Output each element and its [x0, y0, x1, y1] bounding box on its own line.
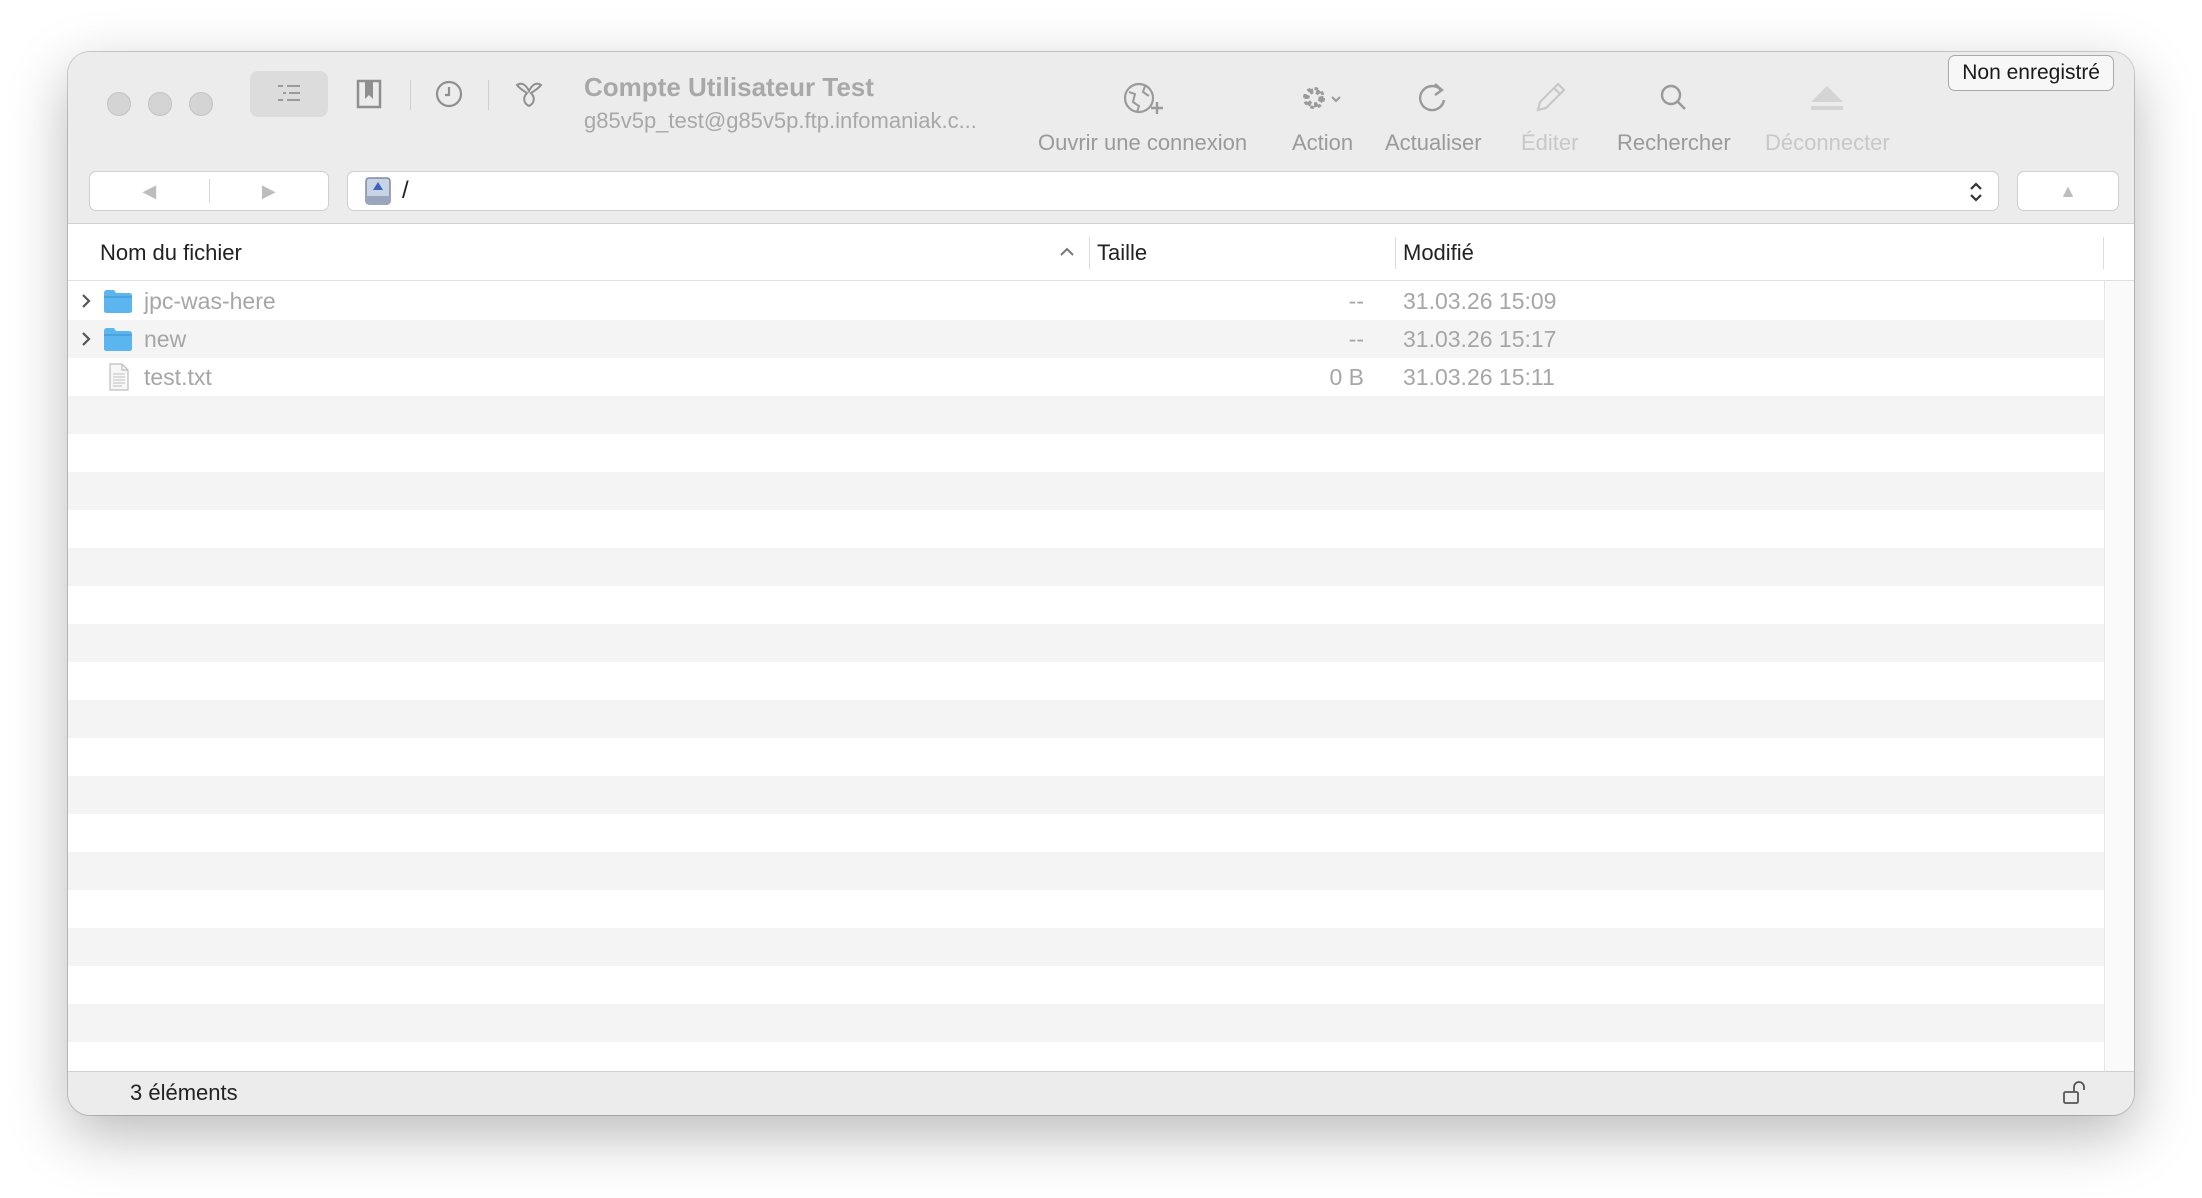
disconnect-label: Déconnecter: [1765, 130, 1890, 155]
empty-row: [68, 776, 2104, 814]
empty-row: [68, 624, 2104, 662]
column-divider[interactable]: [1395, 237, 1396, 269]
column-header-name[interactable]: Nom du fichier: [100, 225, 242, 281]
column-header-modified[interactable]: Modifié: [1403, 225, 1474, 281]
eject-icon: [1811, 86, 1844, 110]
outline-view-button[interactable]: [250, 71, 328, 117]
empty-row: [68, 662, 2104, 700]
search-label: Rechercher: [1617, 130, 1731, 155]
file-modified: 31.03.26 15:09: [1403, 287, 1557, 314]
file-list-header: Nom du fichier Taille Modifié: [68, 225, 2134, 281]
action-menu-button[interactable]: Action: [1292, 72, 1353, 156]
file-name: jpc-was-here: [144, 287, 276, 314]
bonjour-button[interactable]: [506, 71, 552, 117]
history-navigation: ◀ ▶: [89, 171, 329, 211]
file-modified: 31.03.26 15:17: [1403, 325, 1557, 352]
empty-row: [68, 1004, 2104, 1042]
empty-row: [68, 396, 2104, 434]
column-divider[interactable]: [1089, 237, 1090, 269]
current-path: /: [402, 177, 409, 204]
edit-label: Éditer: [1521, 130, 1579, 155]
app-window: Compte Utilisateur Test g85v5p_test@g85v…: [68, 52, 2134, 1115]
parent-directory-button[interactable]: ▲: [2017, 171, 2119, 211]
unregistered-badge[interactable]: Non enregistré: [1948, 55, 2114, 91]
empty-row: [68, 586, 2104, 624]
gear-dropdown-icon: [1302, 87, 1341, 109]
folder-icon: [104, 290, 132, 313]
zoom-window-button[interactable]: [189, 92, 213, 116]
disclosure-triangle-icon[interactable]: [76, 329, 96, 349]
table-row[interactable]: new -- 31.03.26 15:17: [68, 320, 2104, 358]
bookmark-icon: [356, 79, 382, 109]
refresh-label: Actualiser: [1385, 130, 1482, 155]
toolbar-divider: [488, 80, 489, 110]
file-size: --: [1348, 325, 1364, 352]
forward-arrow-icon: ▶: [261, 180, 276, 201]
status-bar: 3 éléments: [68, 1071, 2134, 1115]
bookmarks-button[interactable]: [346, 71, 392, 117]
search-icon: [1660, 84, 1686, 110]
action-label: Action: [1292, 130, 1354, 155]
forward-button[interactable]: ▶: [210, 172, 329, 210]
unlocked-padlock-icon[interactable]: [2062, 1080, 2086, 1106]
clock-icon: [435, 80, 463, 108]
connection-subtitle: g85v5p_test@g85v5p.ftp.infomaniak.c...: [584, 108, 977, 133]
minimize-window-button[interactable]: [148, 92, 172, 116]
search-button[interactable]: Rechercher: [1617, 72, 1731, 156]
file-size: 0 B: [1329, 363, 1364, 390]
path-selector[interactable]: /: [347, 171, 1999, 211]
connection-title: Compte Utilisateur Test: [584, 72, 874, 102]
item-count: 3 éléments: [130, 1080, 238, 1105]
empty-row: [68, 928, 2104, 966]
sort-ascending-icon[interactable]: [1058, 243, 1076, 261]
file-modified: 31.03.26 15:11: [1403, 363, 1555, 390]
back-arrow-icon: ◀: [142, 180, 157, 201]
table-row[interactable]: test.txt 0 B 31.03.26 15:11: [68, 358, 2104, 396]
empty-row: [68, 814, 2104, 852]
empty-row: [68, 852, 2104, 890]
open-connection-label: Ouvrir une connexion: [1038, 130, 1248, 155]
column-header-size[interactable]: Taille: [1097, 225, 1147, 281]
file-size: --: [1348, 287, 1364, 314]
empty-row: [68, 510, 2104, 548]
file-list: jpc-was-here -- 31.03.26 15:09 new -- 31…: [68, 282, 2104, 1070]
server-volume-icon: [365, 177, 391, 205]
column-divider: [2103, 237, 2104, 269]
chevron-updown-icon: [1970, 182, 1982, 202]
history-button[interactable]: [426, 71, 472, 117]
pencil-icon: [1536, 82, 1566, 112]
edit-button[interactable]: Éditer: [1521, 72, 1578, 156]
close-window-button[interactable]: [107, 92, 131, 116]
empty-row: [68, 738, 2104, 776]
vertical-scrollbar[interactable]: [2104, 281, 2134, 1071]
toolbar: Compte Utilisateur Test g85v5p_test@g85v…: [68, 52, 2134, 224]
disclosure-triangle-icon[interactable]: [76, 291, 96, 311]
empty-row: [68, 472, 2104, 510]
disconnect-button[interactable]: Déconnecter: [1765, 72, 1890, 156]
globe-plus-icon: [1123, 82, 1163, 114]
file-name: new: [144, 325, 187, 352]
window-controls: [107, 92, 213, 116]
outline-list-icon: [278, 85, 300, 101]
toolbar-divider: [410, 80, 411, 110]
folder-icon: [104, 328, 132, 351]
up-arrow-icon: ▲: [2059, 180, 2077, 201]
empty-row: [68, 700, 2104, 738]
refresh-icon: [1419, 83, 1446, 112]
back-button[interactable]: ◀: [90, 172, 209, 210]
refresh-button[interactable]: Actualiser: [1385, 72, 1482, 156]
empty-row: [68, 434, 2104, 472]
empty-row: [68, 548, 2104, 586]
empty-row: [68, 966, 2104, 1004]
empty-row: [68, 1042, 2104, 1070]
bonjour-icon: [515, 82, 543, 108]
empty-row: [68, 890, 2104, 928]
file-name: test.txt: [144, 363, 212, 390]
open-connection-button[interactable]: Ouvrir une connexion: [1038, 72, 1247, 156]
text-file-icon: [109, 363, 129, 391]
table-row[interactable]: jpc-was-here -- 31.03.26 15:09: [68, 282, 2104, 320]
